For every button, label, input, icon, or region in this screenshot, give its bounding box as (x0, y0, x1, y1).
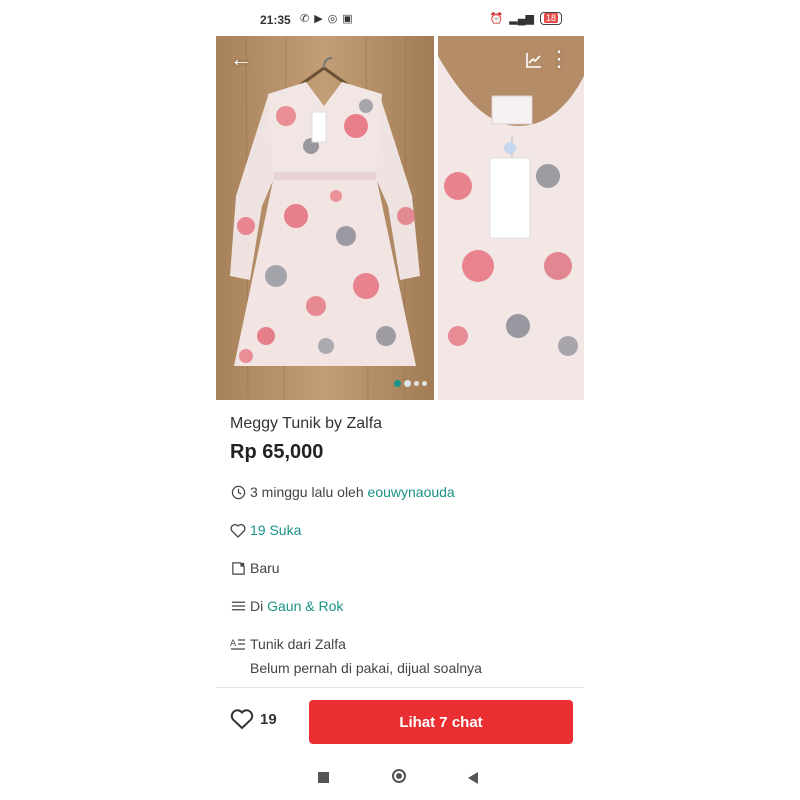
tag-icon (230, 560, 246, 576)
photo-icon: ▣ (342, 13, 353, 25)
product-photo-1[interactable] (216, 36, 434, 400)
category-prefix: Di (250, 598, 268, 614)
like-button[interactable]: 19 (230, 708, 277, 730)
svg-text:A: A (230, 639, 237, 649)
pagination-dot[interactable] (414, 381, 419, 386)
posted-info-row: 3 minggu lalu oleh eouwynaouda (230, 484, 455, 500)
likes-row[interactable]: 19 Suka (230, 522, 301, 538)
description-line-2: Belum pernah di pakai, dijual soalnya (250, 660, 482, 676)
category-link[interactable]: Gaun & Rok (267, 598, 343, 614)
description-body: Belum pernah di pakai, dijual soalnya (250, 658, 482, 679)
dress-photo-detail (438, 36, 584, 400)
category-row: Di Gaun & Rok (230, 598, 343, 614)
whatsapp-icon: ✆ (300, 13, 310, 25)
battery-icon: 18 (539, 12, 562, 25)
description-line-1: Tunik dari Zalfa (250, 636, 346, 652)
recent-apps-icon[interactable] (318, 772, 329, 783)
signal-icon: ▂▄▆ (509, 13, 534, 25)
view-chats-button[interactable]: Lihat 7 chat (309, 700, 573, 744)
heart-outline-icon (230, 709, 254, 730)
condition-text: Baru (250, 560, 280, 576)
gallery-pagination (394, 380, 427, 387)
play-store-icon: ▶ (314, 13, 323, 25)
clock-icon (230, 484, 246, 500)
more-vertical-icon[interactable]: ⋮ (548, 46, 570, 72)
pagination-dot-active[interactable] (394, 380, 401, 387)
product-price: Rp 65,000 (230, 441, 324, 463)
bottom-action-bar: 19 Lihat 7 chat (216, 687, 584, 760)
status-time: 21:35 (260, 13, 291, 27)
condition-row: Baru (230, 560, 280, 576)
posted-time: 3 minggu lalu oleh (250, 484, 368, 500)
description-row: A Tunik dari Zalfa (230, 636, 346, 652)
system-icons: ⏰ ▂▄▆ 18 (490, 12, 562, 25)
trend-chart-icon[interactable] (526, 48, 542, 74)
status-bar: 21:35 ✆ ▶ ◎ ▣ ⏰ ▂▄▆ 18 (216, 8, 584, 32)
battery-level: 18 (543, 13, 558, 23)
back-triangle-icon[interactable] (468, 772, 478, 784)
seller-link[interactable]: eouwynaouda (368, 484, 455, 500)
pagination-dot[interactable] (422, 381, 427, 386)
product-photo-2[interactable] (438, 36, 584, 400)
home-icon[interactable] (392, 769, 406, 783)
notification-icons: ✆ ▶ ◎ ▣ (300, 12, 353, 25)
alarm-icon: ⏰ (489, 13, 504, 25)
system-nav-bar (216, 760, 584, 800)
product-title: Meggy Tunik by Zalfa (230, 415, 383, 432)
back-arrow-icon[interactable]: ← (230, 46, 252, 72)
likes-link[interactable]: 19 Suka (250, 522, 301, 538)
photo-gallery[interactable]: ← ⋮ (216, 36, 584, 400)
heart-outline-icon (230, 522, 246, 538)
menu-lines-icon (230, 598, 246, 614)
phone-screen: 21:35 ✆ ▶ ◎ ▣ ⏰ ▂▄▆ 18 ← ⋮ Meggy Tunik b… (216, 0, 584, 800)
dress-photo-front (216, 36, 434, 400)
like-count: 19 (260, 710, 277, 728)
instagram-icon: ◎ (327, 13, 338, 25)
text-format-icon: A (230, 636, 246, 652)
pagination-dot[interactable] (404, 380, 411, 387)
product-info: Meggy Tunik by Zalfa Rp 65,000 (230, 408, 576, 464)
